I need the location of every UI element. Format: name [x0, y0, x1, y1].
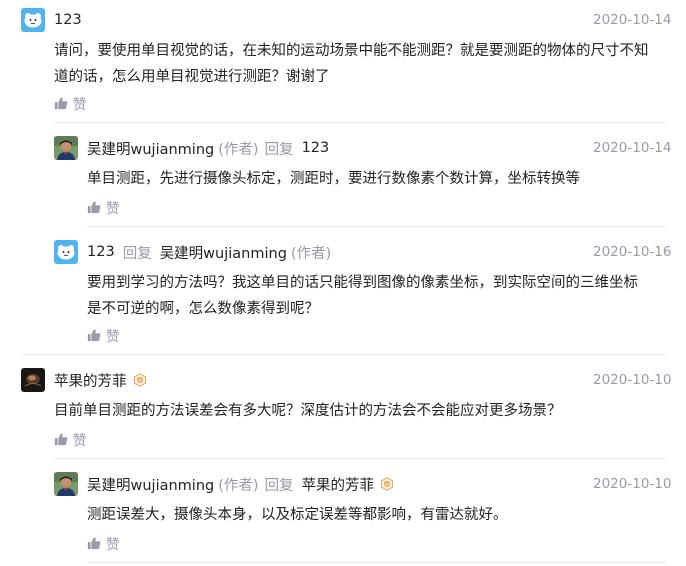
thumbs-up-icon — [87, 200, 101, 214]
photo-avatar-icon[interactable] — [54, 136, 78, 160]
cartoon-avatar-icon[interactable] — [54, 240, 78, 264]
author-tag: (作者) — [218, 477, 259, 494]
reply-word: 回复 — [122, 245, 152, 262]
username[interactable]: 123 — [54, 12, 82, 28]
divider — [87, 562, 666, 563]
like-button[interactable]: 赞 — [54, 93, 87, 113]
reply-meta: 吴建明wujianming (作者) 回复 123 — [87, 136, 329, 160]
thumbs-up-icon — [54, 96, 68, 110]
thumbs-up-icon — [87, 536, 101, 550]
cartoon-avatar-icon[interactable] — [21, 8, 45, 32]
username[interactable]: 吴建明wujianming — [87, 474, 214, 495]
like-button[interactable]: 赞 — [87, 533, 120, 553]
author-tag: (作者) — [290, 245, 332, 262]
comment-meta: 123 — [54, 8, 82, 32]
reply-text: 测距误差大，摄像头本身，以及标定误差等都影响，有雷达就好。 — [87, 502, 508, 528]
comment-date: 2020-10-14 — [593, 12, 672, 28]
comment-item: 苹果的芳菲 2020-10-10 目前单目测距的方法误差会有多大呢？深度估计的方… — [21, 368, 671, 449]
reply-item: 吴建明wujianming (作者) 回复 苹果的芳菲 2020-10-10 测… — [54, 472, 671, 553]
comment-text-line: 道的话，怎么用单目视觉进行测距？谢谢了 — [54, 69, 330, 85]
username[interactable]: 苹果的芳菲 — [54, 370, 127, 391]
divider — [54, 122, 666, 123]
reply-item: 123 回复 吴建明wujianming (作者) 2020-10-16 要用到… — [54, 240, 671, 345]
comment-text-line: 目前单目测距的方法误差会有多大呢？深度估计的方法会不会能应对更多场景？ — [54, 403, 562, 419]
thumbs-up-icon — [87, 328, 101, 342]
comment-text: 请问，要使用单目视觉的话，在未知的运动场景中能不能测距？就是要测距的物体的尺寸不… — [54, 38, 649, 90]
reply-text: 要用到学习的方法吗？我这单目的话只能得到图像的像素坐标，到实际空间的三维坐标 是… — [87, 270, 638, 322]
reply-target-username[interactable]: 123 — [302, 140, 330, 156]
thumbs-up-icon — [54, 432, 68, 446]
comment-meta: 苹果的芳菲 — [54, 368, 147, 392]
reply-text-line: 测距误差大，摄像头本身，以及标定误差等都影响，有雷达就好。 — [87, 507, 508, 523]
comment-text: 目前单目测距的方法误差会有多大呢？深度估计的方法会不会能应对更多场景？ — [54, 398, 562, 424]
divider — [21, 354, 666, 355]
divider — [54, 458, 666, 459]
comment-item: 123 2020-10-14 请问，要使用单目视觉的话，在未知的运动场景中能不能… — [21, 8, 671, 113]
reply-meta: 123 回复 吴建明wujianming (作者) — [87, 240, 331, 264]
dark-photo-avatar-icon[interactable] — [21, 368, 45, 392]
reply-item: 吴建明wujianming (作者) 回复 123 2020-10-14 单目测… — [54, 136, 671, 217]
reply-word: 回复 — [264, 477, 294, 494]
comment-date: 2020-10-10 — [593, 372, 672, 388]
reply-date: 2020-10-10 — [593, 476, 672, 492]
reply-text: 单目测距，先进行摄像头标定，测距时，要进行数像素个数计算，坐标转换等 — [87, 166, 580, 192]
reply-target-username[interactable]: 苹果的芳菲 — [302, 474, 375, 495]
username[interactable]: 123 — [87, 244, 115, 260]
reply-word: 回复 — [264, 141, 294, 158]
level-badge-icon — [133, 373, 147, 387]
reply-meta: 吴建明wujianming (作者) 回复 苹果的芳菲 — [87, 472, 394, 496]
comment-text-line: 请问，要使用单目视觉的话，在未知的运动场景中能不能测距？就是要测距的物体的尺寸不… — [54, 43, 649, 59]
author-tag: (作者) — [218, 141, 259, 158]
like-label: 赞 — [106, 537, 120, 553]
divider — [87, 226, 666, 227]
like-label: 赞 — [73, 97, 87, 113]
reply-date: 2020-10-16 — [593, 244, 672, 260]
reply-text-line: 要用到学习的方法吗？我这单目的话只能得到图像的像素坐标，到实际空间的三维坐标 — [87, 275, 638, 291]
reply-target-username[interactable]: 吴建明wujianming — [160, 242, 287, 263]
level-badge-icon — [380, 477, 394, 491]
like-label: 赞 — [106, 201, 120, 217]
photo-avatar-icon[interactable] — [54, 472, 78, 496]
reply-text-line: 单目测距，先进行摄像头标定，测距时，要进行数像素个数计算，坐标转换等 — [87, 171, 580, 187]
comment-section: 123 2020-10-14 请问，要使用单目视觉的话，在未知的运动场景中能不能… — [0, 0, 686, 566]
like-button[interactable]: 赞 — [54, 429, 87, 449]
like-button[interactable]: 赞 — [87, 197, 120, 217]
reply-text-line: 是不可逆的啊，怎么数像素得到呢？ — [87, 301, 319, 317]
like-label: 赞 — [73, 433, 87, 449]
reply-date: 2020-10-14 — [593, 140, 672, 156]
like-button[interactable]: 赞 — [87, 325, 120, 345]
username[interactable]: 吴建明wujianming — [87, 138, 214, 159]
like-label: 赞 — [106, 329, 120, 345]
